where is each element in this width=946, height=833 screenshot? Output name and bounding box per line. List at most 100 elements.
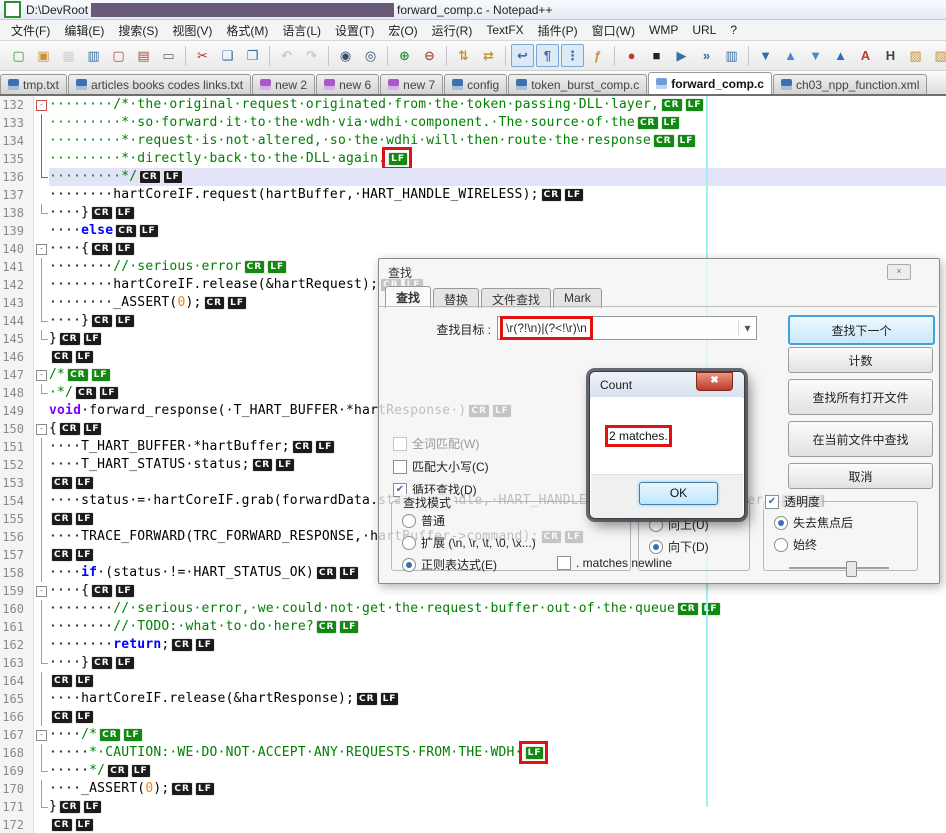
- fold-margin[interactable]: [34, 690, 49, 708]
- slider-thumb[interactable]: [846, 561, 857, 577]
- find-all-current-file-button[interactable]: 在当前文件中查找: [788, 421, 933, 457]
- find-all-open-files-button[interactable]: 查找所有打开文件: [788, 379, 933, 415]
- menu-item-3[interactable]: 搜索(S): [111, 20, 165, 41]
- cut-icon[interactable]: ✂: [191, 44, 214, 67]
- fold-margin[interactable]: [34, 114, 49, 132]
- code-text[interactable]: ·········*·so·forward·it·to·the·wdh·via·…: [49, 114, 946, 132]
- macro-run-multiple-icon[interactable]: »: [695, 44, 718, 67]
- menu-item-12[interactable]: 窗口(W): [585, 20, 642, 41]
- code-text[interactable]: ········/*·the·original·request·originat…: [49, 96, 946, 114]
- code-text[interactable]: ·····*/CRLF: [49, 762, 946, 780]
- fold-margin[interactable]: -: [34, 726, 49, 744]
- zoom-in-icon[interactable]: ⊕: [393, 44, 416, 67]
- combo-dropdown-icon[interactable]: ▾: [738, 321, 756, 335]
- fold-margin[interactable]: [34, 276, 49, 294]
- fold-collapse-icon[interactable]: -: [36, 244, 47, 255]
- code-text[interactable]: ····}CRLF: [49, 654, 946, 672]
- find-dialog-tab-替换[interactable]: 替换: [433, 288, 479, 308]
- paste-icon[interactable]: ❐: [241, 44, 264, 67]
- fold-margin[interactable]: [34, 798, 49, 816]
- menu-item-2[interactable]: 编辑(E): [57, 20, 111, 41]
- print-icon[interactable]: ▭: [157, 44, 180, 67]
- find-dialog-tab-Mark[interactable]: Mark: [553, 288, 602, 308]
- menu-item-14[interactable]: URL: [685, 21, 723, 39]
- close-file-icon[interactable]: ▢: [107, 44, 130, 67]
- fold-margin[interactable]: [34, 348, 49, 366]
- code-text[interactable]: ····elseCRLF: [49, 222, 946, 240]
- fold-margin[interactable]: [34, 222, 49, 240]
- code-text[interactable]: CRLF: [49, 816, 946, 833]
- fold-margin[interactable]: -: [34, 96, 49, 114]
- expand-level-icon[interactable]: ▼: [804, 44, 827, 67]
- tab-config[interactable]: config: [444, 74, 507, 94]
- menu-item-8[interactable]: 宏(O): [381, 20, 424, 41]
- fold-margin[interactable]: [34, 294, 49, 312]
- menu-item-5[interactable]: 格式(M): [219, 20, 275, 41]
- tab-new-7[interactable]: new 7: [380, 74, 443, 94]
- show-all-characters-icon[interactable]: ¶: [536, 44, 559, 67]
- code-text[interactable]: ····{CRLF: [49, 582, 946, 600]
- word-wrap-icon[interactable]: ↩: [511, 44, 534, 67]
- menu-item-7[interactable]: 设置(T): [328, 20, 381, 41]
- find-icon[interactable]: ◉: [334, 44, 357, 67]
- mark-style-icon[interactable]: A: [854, 44, 877, 67]
- external-folder-icon[interactable]: ▧: [929, 44, 946, 67]
- tab-token-burst-comp-c[interactable]: token_burst_comp.c: [508, 74, 647, 94]
- fold-margin[interactable]: -: [34, 420, 49, 438]
- menu-item-9[interactable]: 运行(R): [425, 20, 480, 41]
- fold-collapse-icon[interactable]: -: [36, 100, 47, 111]
- fold-all-icon[interactable]: ▼: [754, 44, 777, 67]
- fold-margin[interactable]: [34, 312, 49, 330]
- find-dialog-tab-文件查找[interactable]: 文件查找: [481, 288, 551, 308]
- count-dialog-close-icon[interactable]: ✖: [696, 372, 733, 391]
- count-button[interactable]: 计数: [788, 347, 933, 373]
- code-text[interactable]: ·····*·CAUTION:·WE·DO·NOT·ACCEPT·ANY·REQ…: [49, 744, 946, 762]
- tab-tmp-txt[interactable]: tmp.txt: [0, 74, 67, 94]
- code-text[interactable]: }CRLF: [49, 798, 946, 816]
- menu-item-4[interactable]: 视图(V): [165, 20, 219, 41]
- menu-item-13[interactable]: WMP: [642, 21, 685, 39]
- new-file-icon[interactable]: ▢: [7, 44, 30, 67]
- fold-collapse-icon[interactable]: -: [36, 424, 47, 435]
- code-text[interactable]: ·········*/CRLF: [49, 168, 946, 186]
- tab-articles-books-codes-links-txt[interactable]: articles books codes links.txt: [68, 74, 251, 94]
- fold-margin[interactable]: [34, 708, 49, 726]
- load-session-icon[interactable]: ▨: [904, 44, 927, 67]
- fold-margin[interactable]: [34, 168, 49, 186]
- sync-horizontal-icon[interactable]: ⇄: [477, 44, 500, 67]
- fold-collapse-icon[interactable]: -: [36, 586, 47, 597]
- code-text[interactable]: ········return;CRLF: [49, 636, 946, 654]
- code-text[interactable]: CRLF: [49, 708, 946, 726]
- search-mode-radio-2[interactable]: 扩展 (\n, \r, \t, \0, \x...): [402, 534, 630, 551]
- find-dialog-close-icon[interactable]: ×: [887, 264, 911, 280]
- menu-item-6[interactable]: 语言(L): [275, 20, 328, 41]
- fold-margin[interactable]: [34, 438, 49, 456]
- fold-margin[interactable]: [34, 816, 49, 833]
- macro-save-icon[interactable]: ▥: [720, 44, 743, 67]
- indent-guide-icon[interactable]: ⋮: [561, 44, 584, 67]
- search-input[interactable]: \r(?!\n)|(?<!\r)\n ▾: [497, 316, 757, 340]
- open-file-icon[interactable]: ▣: [32, 44, 55, 67]
- menu-item-11[interactable]: 插件(P): [531, 20, 585, 41]
- menu-item-10[interactable]: TextFX: [479, 21, 530, 39]
- tab-new-6[interactable]: new 6: [316, 74, 379, 94]
- direction-radio-2[interactable]: 向下(D): [649, 538, 749, 555]
- fold-margin[interactable]: [34, 654, 49, 672]
- find-next-button[interactable]: 查找下一个: [788, 315, 935, 345]
- transparency-checkbox[interactable]: ✔ 透明度: [763, 493, 822, 510]
- fold-margin[interactable]: [34, 492, 49, 510]
- transparency-radio-1[interactable]: 失去焦点后: [774, 514, 917, 531]
- code-text[interactable]: ·········*·directly·back·to·the·DLL·agai…: [49, 150, 946, 168]
- tab-forward-comp-c[interactable]: forward_comp.c: [648, 72, 772, 94]
- close-all-icon[interactable]: ▤: [132, 44, 155, 67]
- save-all-icon[interactable]: ▥: [82, 44, 105, 67]
- transparency-slider[interactable]: [789, 561, 889, 575]
- menu-item-1[interactable]: 文件(F): [4, 20, 57, 41]
- fold-margin[interactable]: [34, 132, 49, 150]
- fold-margin[interactable]: [34, 618, 49, 636]
- code-text[interactable]: ····_ASSERT(0);CRLF: [49, 780, 946, 798]
- collapse-level-icon[interactable]: ▲: [779, 44, 802, 67]
- fold-margin[interactable]: [34, 564, 49, 582]
- fold-margin[interactable]: [34, 510, 49, 528]
- html-icon[interactable]: H: [879, 44, 902, 67]
